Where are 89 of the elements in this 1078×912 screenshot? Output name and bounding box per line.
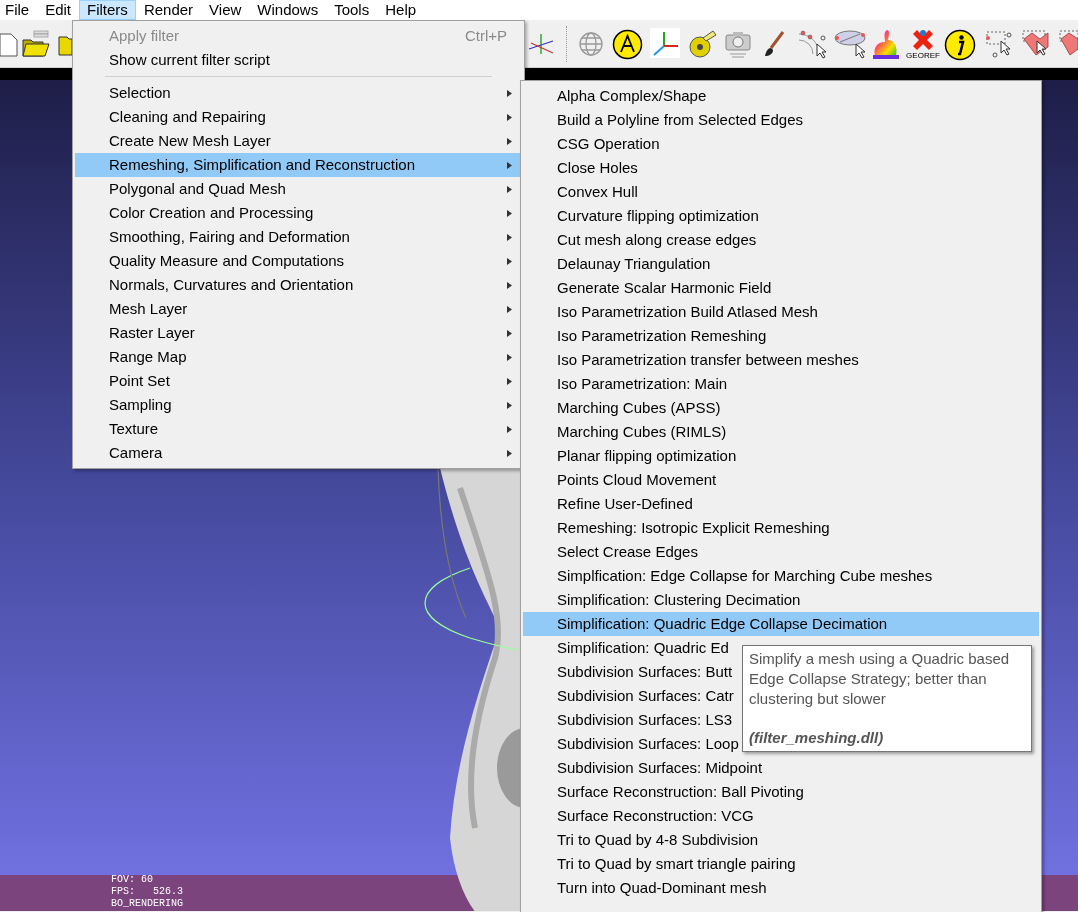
menu-item[interactable]: Windows <box>249 0 327 20</box>
submenu-arrow-icon <box>507 113 512 121</box>
menu-item[interactable]: Generate Scalar Harmonic Field <box>523 276 1039 300</box>
menu-item[interactable]: Simplification: Quadric Edge Collapse Decimation <box>523 612 1039 636</box>
menu-item[interactable]: Delaunay Triangulation <box>523 252 1039 276</box>
submenu-item[interactable]: Camera <box>75 441 507 465</box>
menu-item[interactable]: Simplification: Clustering Decimation <box>523 588 1039 612</box>
menu-item[interactable]: Alpha Complex/Shape <box>523 84 1039 108</box>
tape-measure-icon[interactable] <box>687 29 717 59</box>
menu-item[interactable]: File <box>0 0 38 20</box>
menu-item[interactable]: Planar flipping optimization <box>523 444 1039 468</box>
menu-item[interactable]: Iso Parametrization Remeshing <box>523 324 1039 348</box>
menu-action[interactable]: Show current filter script <box>73 48 524 72</box>
submenu-item[interactable]: Point Set <box>75 369 507 393</box>
menu-item[interactable]: Select Crease Edges <box>523 540 1039 564</box>
folder-stack-icon[interactable] <box>22 30 50 58</box>
menu-item[interactable]: Subdivision Surfaces: Midpoint <box>523 756 1039 780</box>
menu-item[interactable]: Marching Cubes (RIMLS) <box>523 420 1039 444</box>
submenu-arrow-icon <box>507 401 512 409</box>
menu-item[interactable]: Filters <box>79 0 136 20</box>
submenu-item[interactable]: Range Map <box>75 345 507 369</box>
submenu-arrow-icon <box>507 449 512 457</box>
menu-label: Apply filter <box>109 25 181 46</box>
menu-item[interactable]: Iso Parametrization transfer between meshes <box>523 348 1039 372</box>
menu-item[interactable]: Help <box>377 0 425 20</box>
submenu-arrow-icon <box>507 377 512 385</box>
submenu-item[interactable]: Texture <box>75 417 507 441</box>
submenu-arrow-icon <box>507 305 512 313</box>
submenu-item[interactable]: Cleaning and Repairing <box>75 105 507 129</box>
submenu-item[interactable]: Sampling <box>75 393 507 417</box>
submenu-item[interactable]: Quality Measure and Computations <box>75 249 507 273</box>
ellipse-select-icon[interactable] <box>834 28 868 60</box>
menu-item[interactable]: Tri to Quad by 4-8 Subdivision <box>523 828 1039 852</box>
submenu-arrow-icon <box>507 329 512 337</box>
menu-item[interactable]: Render <box>135 0 202 20</box>
rectangle-select-icon[interactable] <box>983 29 1013 59</box>
submenu-arrow-icon <box>507 161 512 169</box>
menu-item[interactable]: Remeshing: Isotropic Explicit Remeshing <box>523 516 1039 540</box>
document-icon[interactable] <box>0 33 18 57</box>
tooltip-source: (filter_meshing.dll) <box>749 728 885 748</box>
submenu-item[interactable]: Smoothing, Fairing and Deformation <box>75 225 507 249</box>
submenu-arrow-icon <box>507 257 512 265</box>
menu-item[interactable]: Build a Polyline from Selected Edges <box>523 108 1039 132</box>
point-select-icon[interactable] <box>797 28 829 60</box>
annotation-icon[interactable] <box>612 29 643 60</box>
menu-item[interactable]: Curvature flipping optimization <box>523 204 1039 228</box>
submenu-arrow-icon <box>507 353 512 361</box>
info-icon[interactable] <box>944 29 976 61</box>
submenu-arrow-icon <box>507 281 512 289</box>
overlay-text: BO_RENDERING <box>111 898 183 910</box>
menu-item[interactable]: Iso Parametrization Build Atlased Mesh <box>523 300 1039 324</box>
submenu-arrow-icon <box>507 185 512 193</box>
menu-item[interactable]: Iso Parametrization: Main <box>523 372 1039 396</box>
menu-item[interactable]: Marching Cubes (APSS) <box>523 396 1039 420</box>
submenu-arrow-icon <box>507 233 512 241</box>
menu-item[interactable]: CSG Operation <box>523 132 1039 156</box>
axes-icon[interactable] <box>650 28 680 58</box>
menu-item[interactable]: Close Holes <box>523 156 1039 180</box>
menu-item[interactable]: Surface Reconstruction: VCG <box>523 804 1039 828</box>
overlay-text: FPS: 526.3 <box>111 886 183 898</box>
menu-item[interactable]: Turn into Quad-Dominant mesh <box>523 876 1039 900</box>
submenu-arrow-icon <box>507 425 512 433</box>
menu-item[interactable]: Simplfication: Edge Collapse for Marching Cube meshes <box>523 564 1039 588</box>
georef-label: GEOREF <box>906 51 940 60</box>
camera-icon[interactable] <box>724 29 752 59</box>
submenu-arrow-icon <box>507 89 512 97</box>
paintbrush-icon[interactable] <box>763 30 787 58</box>
submenu-arrow-icon <box>507 209 512 217</box>
submenu-item[interactable]: Polygonal and Quad Mesh <box>75 177 507 201</box>
submenu-item[interactable]: Mesh Layer <box>75 297 507 321</box>
overlay-text: FOV: 60 <box>111 874 154 886</box>
menu-item[interactable]: Tools <box>326 0 378 20</box>
submenu-item[interactable]: Raster Layer <box>75 321 507 345</box>
submenu-arrow-icon <box>507 137 512 145</box>
shortcut-text: Ctrl+P <box>464 25 507 46</box>
menu-item[interactable]: Edit <box>37 0 80 20</box>
submenu-item[interactable]: Normals, Curvatures and Orientation <box>75 273 507 297</box>
menu-item[interactable]: Surface Reconstruction: Ball Pivoting <box>523 780 1039 804</box>
submenu-item[interactable]: Selection <box>75 81 507 105</box>
submenu-item[interactable]: Color Creation and Processing <box>75 201 507 225</box>
menu-item[interactable]: Tri to Quad by smart triangle pairing <box>523 852 1039 876</box>
tooltip-text: Simplify a mesh using a Quadric based Edge Collapse Strategy; better than clustering but slower <box>749 649 1011 709</box>
submenu-item[interactable]: Create New Mesh Layer <box>75 129 507 153</box>
menu-item[interactable]: View <box>201 0 250 20</box>
menu-item[interactable]: Cut mesh along crease edges <box>523 228 1039 252</box>
menu-item[interactable]: Convex Hull <box>523 180 1039 204</box>
menu-item[interactable]: Refine User-Defined <box>523 492 1039 516</box>
menu-item[interactable]: Points Cloud Movement <box>523 468 1039 492</box>
globe-icon[interactable] <box>578 31 604 57</box>
